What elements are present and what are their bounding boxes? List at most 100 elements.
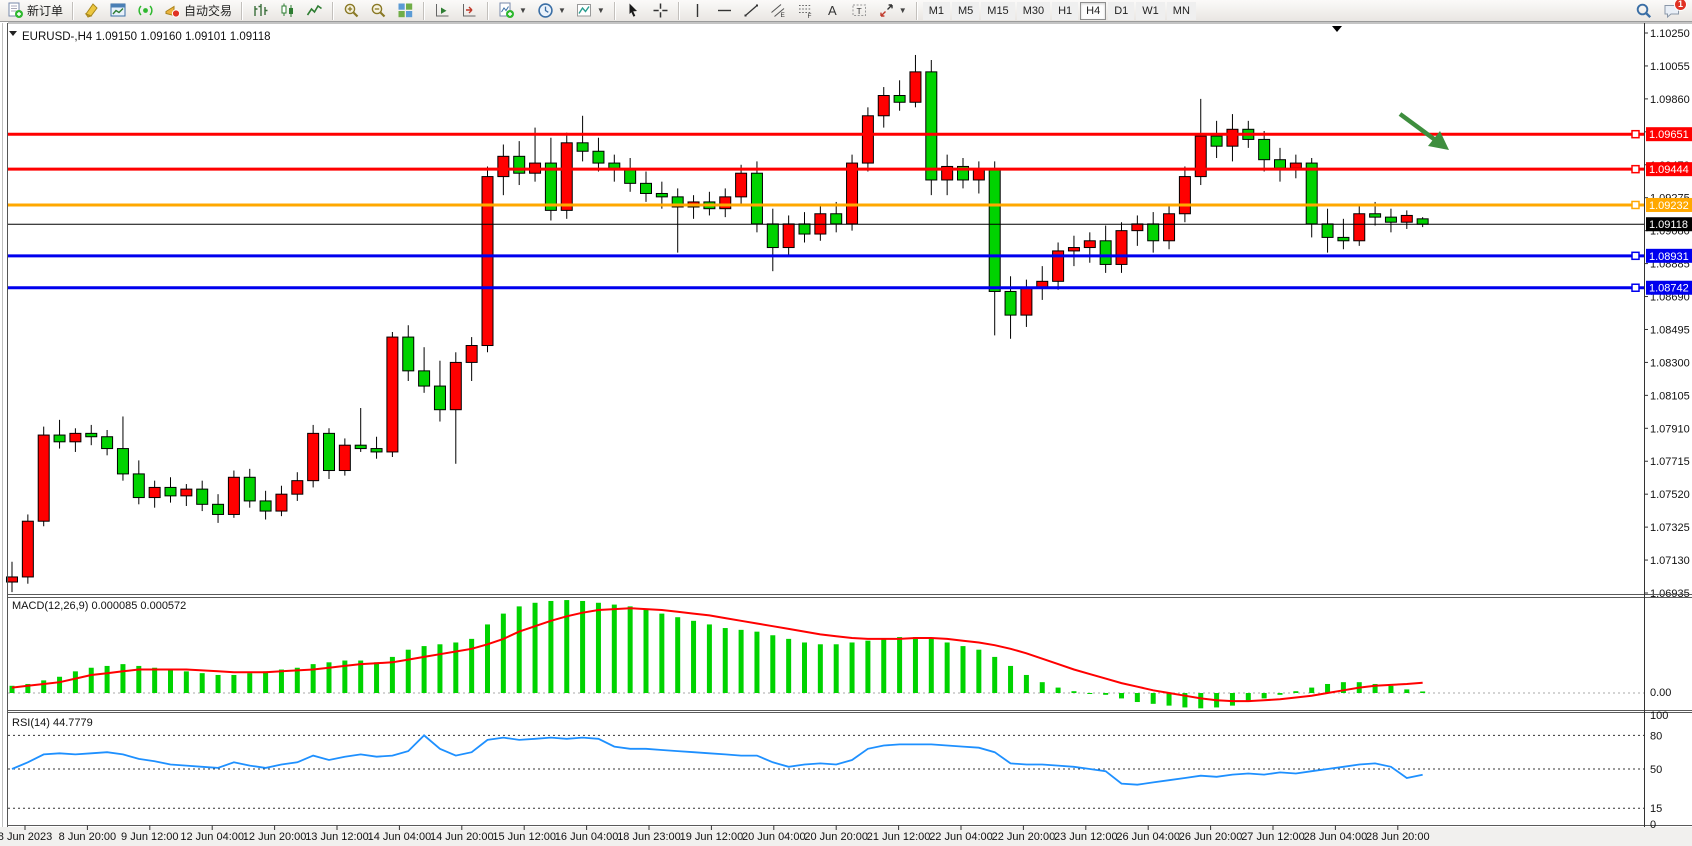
- price-tick-label: 1.07715: [1650, 456, 1690, 468]
- arrows-button[interactable]: ▼: [874, 1, 911, 21]
- bar-chart-button[interactable]: [248, 1, 273, 21]
- candle-body: [926, 72, 937, 180]
- macd-histogram-bar: [548, 601, 553, 693]
- candle-body: [1005, 291, 1016, 315]
- periods-button[interactable]: ▼: [533, 1, 570, 21]
- candle-body: [324, 433, 335, 470]
- indicators-icon: [498, 2, 515, 19]
- chat-button[interactable]: 1: [1659, 1, 1685, 21]
- candle-body: [244, 477, 255, 501]
- candle-body: [466, 346, 477, 363]
- styler-button[interactable]: [79, 1, 104, 21]
- macd-histogram-bar: [1278, 693, 1283, 695]
- timeframe-W1[interactable]: W1: [1136, 2, 1165, 20]
- channel-icon: E: [770, 2, 787, 19]
- new-order-button[interactable]: 新订单: [3, 1, 67, 21]
- time-axis-label: 26 Jun 20:00: [1179, 831, 1243, 843]
- notification-count-badge: 1: [1674, 0, 1687, 11]
- line-handle[interactable]: [1632, 131, 1639, 138]
- macd-histogram-bar: [437, 644, 442, 693]
- vline-button[interactable]: [685, 1, 710, 21]
- zoom-in-icon: [343, 2, 360, 19]
- crosshair-button[interactable]: [648, 1, 673, 21]
- zoom-out-icon: [370, 2, 387, 19]
- timeframe-D1[interactable]: D1: [1108, 2, 1134, 20]
- channel-button[interactable]: E: [766, 1, 791, 21]
- templates-button[interactable]: ▼: [572, 1, 609, 21]
- text-button[interactable]: A: [820, 1, 845, 21]
- candle-body: [70, 433, 81, 441]
- candle-body: [783, 224, 794, 248]
- trendline-button[interactable]: [739, 1, 764, 21]
- macd-histogram-bar: [184, 671, 189, 693]
- rsi-axis-label: 100: [1650, 710, 1668, 722]
- chart-window-button[interactable]: [106, 1, 131, 21]
- line-handle[interactable]: [1632, 201, 1639, 208]
- timeframe-H1[interactable]: H1: [1052, 2, 1078, 20]
- candle-body: [1275, 160, 1286, 168]
- price-tick-label: 1.08300: [1650, 357, 1690, 369]
- candle-body: [831, 214, 842, 224]
- timeframe-M30[interactable]: M30: [1017, 2, 1050, 20]
- auto-trading-label: 自动交易: [184, 2, 232, 19]
- svg-text:E: E: [780, 12, 785, 19]
- indicators-button[interactable]: ▼: [494, 1, 531, 21]
- chevron-down-icon[interactable]: ▼: [899, 6, 907, 15]
- macd-histogram-bar: [422, 646, 427, 693]
- macd-histogram-bar: [120, 664, 125, 693]
- timeframe-H4[interactable]: H4: [1080, 2, 1106, 20]
- cursor-button[interactable]: [621, 1, 646, 21]
- time-axis-label: 20 Jun 04:00: [742, 831, 806, 843]
- arrows-icon: [878, 2, 895, 19]
- label-button[interactable]: T: [847, 1, 872, 21]
- timeframe-M15[interactable]: M15: [981, 2, 1014, 20]
- line-chart-button[interactable]: [302, 1, 327, 21]
- tile-windows-button[interactable]: [393, 1, 418, 21]
- chart-shift-button[interactable]: [457, 1, 482, 21]
- candlestick-button[interactable]: [275, 1, 300, 21]
- chevron-down-icon[interactable]: ▼: [597, 6, 605, 15]
- chat-icon: 1: [1663, 2, 1681, 20]
- macd-histogram-bar: [770, 635, 775, 693]
- macd-histogram-bar: [580, 601, 585, 693]
- line-handle[interactable]: [1632, 166, 1639, 173]
- search-button[interactable]: [1631, 1, 1657, 21]
- candle-body: [133, 474, 144, 498]
- candle-body: [1132, 224, 1143, 231]
- auto-scroll-button[interactable]: [430, 1, 455, 21]
- candle-body: [260, 501, 271, 511]
- time-axis-label: 14 Jun 20:00: [430, 831, 494, 843]
- macd-histogram-bar: [263, 671, 268, 693]
- macd-histogram-bar: [1293, 691, 1298, 693]
- timeframe-MN[interactable]: MN: [1167, 2, 1196, 20]
- candle-body: [1021, 288, 1032, 315]
- chart-canvas[interactable]: 1.102501.100551.098601.096651.094701.092…: [0, 0, 1692, 846]
- rsi-axis-label: 0: [1650, 819, 1656, 831]
- timeframe-M5[interactable]: M5: [952, 2, 979, 20]
- hline-button[interactable]: [712, 1, 737, 21]
- macd-histogram-bar: [913, 637, 918, 693]
- time-axis-label: 14 Jun 04:00: [368, 831, 432, 843]
- candle-body: [1116, 231, 1127, 265]
- rsi-axis-label: 80: [1650, 730, 1662, 742]
- macd-histogram-bar: [961, 646, 966, 693]
- zoom-in-button[interactable]: [339, 1, 364, 21]
- timeframe-M1[interactable]: M1: [923, 2, 950, 20]
- fibonacci-button[interactable]: F: [793, 1, 818, 21]
- candle-body: [482, 177, 493, 346]
- candle-body: [514, 156, 525, 173]
- price-tick-label: 1.08495: [1650, 324, 1690, 336]
- svg-text:T: T: [856, 6, 861, 16]
- line-handle[interactable]: [1632, 284, 1639, 291]
- macd-histogram-bar: [1040, 682, 1045, 693]
- chevron-down-icon[interactable]: ▼: [558, 6, 566, 15]
- candle-body: [276, 494, 287, 511]
- chevron-down-icon[interactable]: ▼: [519, 6, 527, 15]
- auto-trading-button[interactable]: 自动交易: [160, 1, 236, 21]
- signal-button[interactable]: [133, 1, 158, 21]
- macd-histogram-bar: [1103, 693, 1108, 695]
- macd-histogram-bar: [73, 671, 78, 693]
- candle-body: [973, 170, 984, 180]
- line-handle[interactable]: [1632, 252, 1639, 259]
- zoom-out-button[interactable]: [366, 1, 391, 21]
